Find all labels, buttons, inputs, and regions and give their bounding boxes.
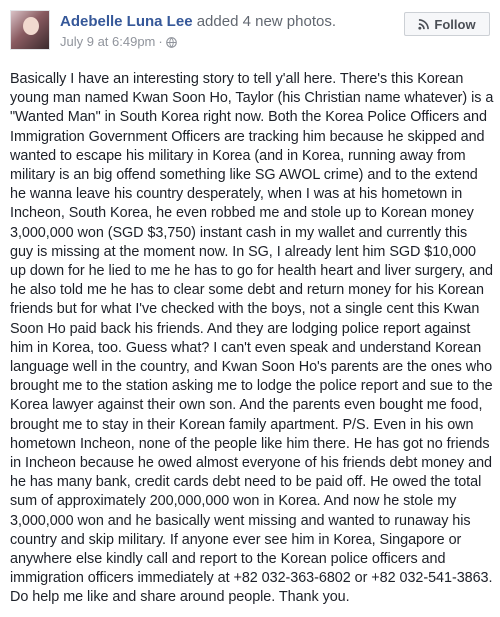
author-name[interactable]: Adebelle Luna Lee	[60, 13, 193, 30]
post-body-text: Basically I have an interesting story to…	[10, 71, 498, 606]
follow-button[interactable]: Follow	[404, 12, 490, 36]
avatar[interactable]	[10, 10, 50, 50]
post-meta: July 9 at 6:49pm ·	[60, 34, 177, 50]
post-timestamp[interactable]: July 9 at 6:49pm	[60, 34, 155, 49]
post-header: Adebelle Luna Lee added 4 new photos. Ju…	[10, 10, 490, 54]
post-title-line: Adebelle Luna Lee added 4 new photos.	[60, 13, 336, 31]
post-action: added 4 new photos.	[192, 13, 336, 30]
facebook-post: Adebelle Luna Lee added 4 new photos. Ju…	[0, 0, 500, 617]
globe-icon[interactable]	[165, 37, 177, 48]
rss-follow-icon	[418, 18, 430, 30]
follow-label: Follow	[434, 16, 476, 32]
meta-separator: ·	[158, 34, 163, 49]
